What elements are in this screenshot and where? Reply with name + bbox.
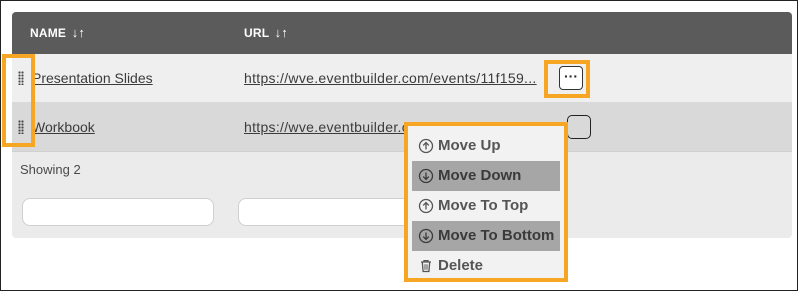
name-input[interactable]	[22, 198, 214, 226]
menu-item-move-down[interactable]: Move Down	[412, 161, 560, 191]
menu-item-move-up[interactable]: Move Up	[412, 131, 560, 161]
url-input[interactable]	[238, 198, 418, 226]
menu-item-move-to-bottom[interactable]: Move To Bottom	[412, 221, 560, 251]
menu-item-delete[interactable]: Delete	[412, 251, 560, 281]
menu-item-label: Move To Top	[438, 197, 529, 214]
circle-arrow-down-icon	[418, 228, 434, 244]
more-actions-button[interactable]	[567, 115, 591, 139]
resources-table: NAME ↓↑ URL ↓↑ Presentation Slides https…	[12, 12, 792, 238]
menu-item-label: Move Down	[438, 167, 522, 184]
resource-name-link[interactable]: Workbook	[32, 103, 95, 151]
column-name-label: NAME	[30, 26, 67, 40]
resource-name-link[interactable]: Presentation Slides	[32, 54, 153, 102]
table-footer: Showing 2	[12, 151, 792, 188]
more-actions-button[interactable]: ···	[559, 66, 583, 90]
menu-item-move-to-top[interactable]: Move To Top	[412, 191, 560, 221]
menu-item-label: Delete	[438, 257, 484, 274]
row-count-label: Showing 2	[20, 162, 81, 177]
drag-handle-icon[interactable]	[18, 120, 24, 134]
column-url-label: URL	[244, 26, 270, 40]
menu-item-label: Move To Bottom	[438, 227, 555, 244]
sort-arrows-icon[interactable]: ↓↑	[275, 25, 288, 40]
table-row: Presentation Slides https://wve.eventbui…	[12, 54, 792, 103]
circle-arrow-up-icon	[418, 138, 434, 154]
column-header-url[interactable]: URL ↓↑	[244, 12, 288, 54]
column-header-name[interactable]: NAME ↓↑	[30, 12, 85, 54]
circle-arrow-up-icon	[418, 198, 434, 214]
trash-icon	[421, 259, 431, 273]
menu-item-label: Move Up	[438, 137, 501, 154]
circle-arrow-down-icon	[418, 168, 434, 184]
row-actions-menu: Move Up Move Down Move To Top Move To Bo…	[404, 122, 568, 282]
sort-arrows-icon[interactable]: ↓↑	[72, 25, 85, 40]
resource-url-link[interactable]: https://wve.eventbuilder.com/events/11f1…	[244, 54, 537, 102]
drag-handle-icon[interactable]	[18, 71, 24, 85]
table-header: NAME ↓↑ URL ↓↑	[12, 12, 792, 54]
table-row: Workbook https://wve.eventbuilder.com/ev…	[12, 103, 792, 151]
